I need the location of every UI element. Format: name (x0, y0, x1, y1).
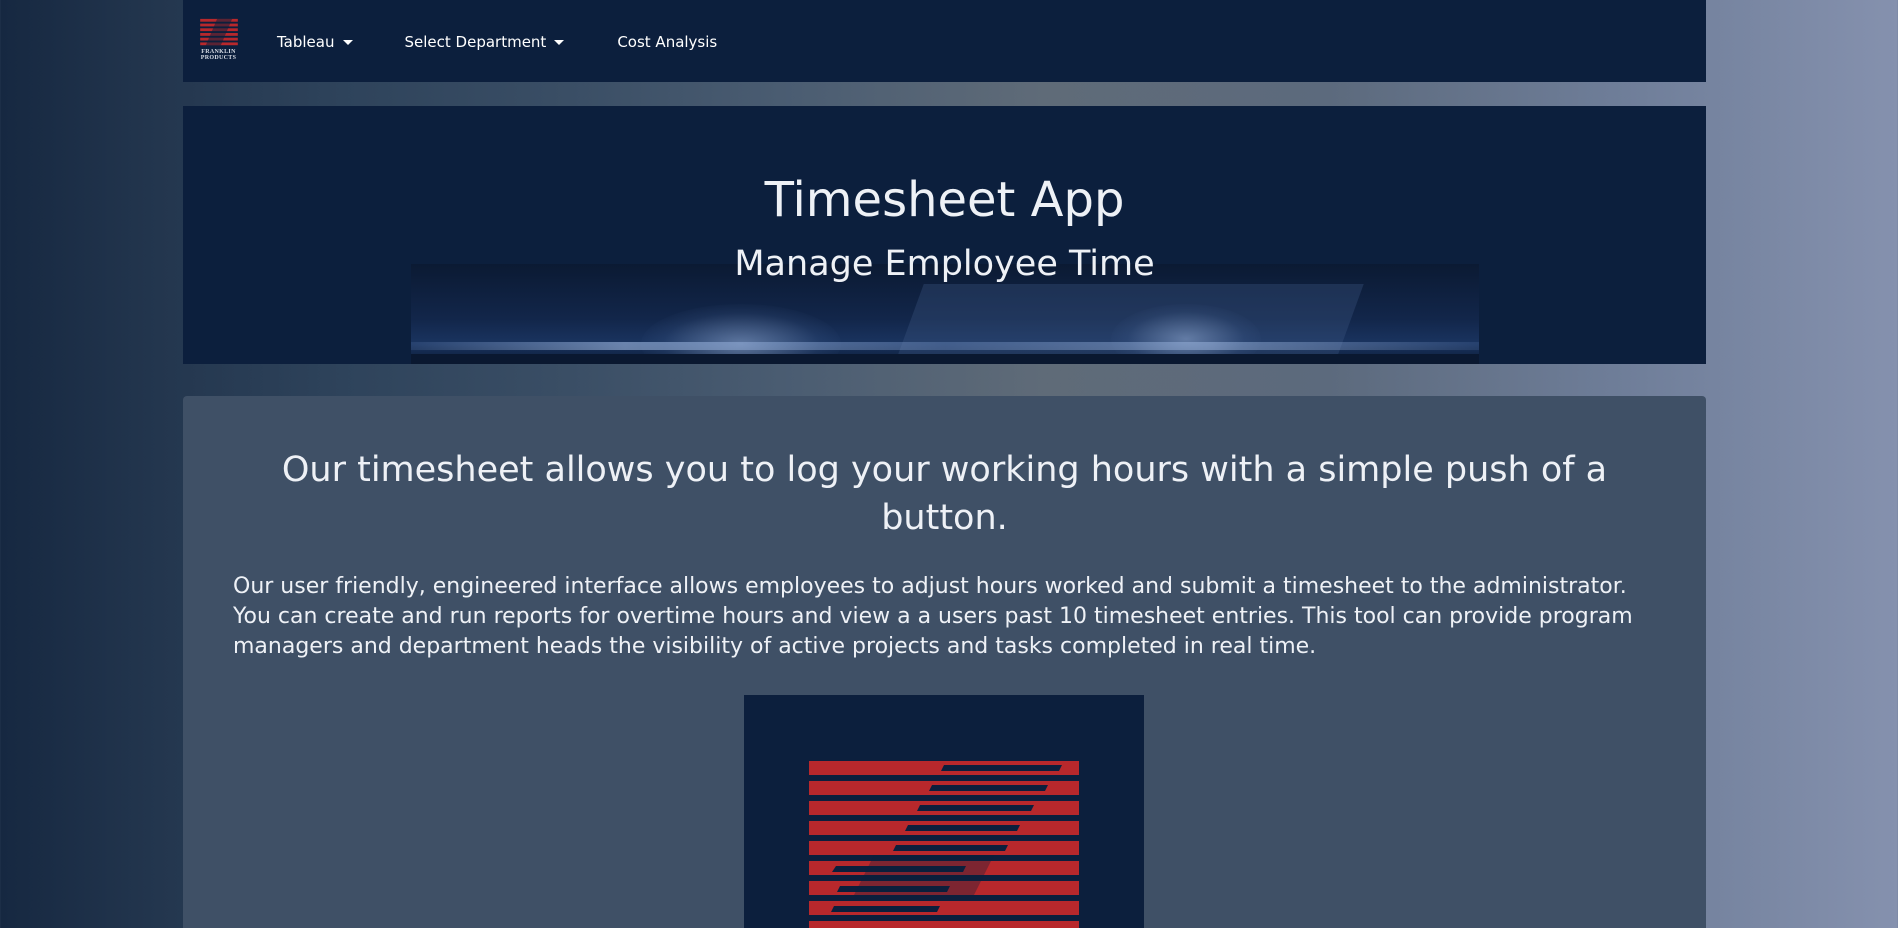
franklin-stripes-logo (744, 695, 1144, 928)
caret-down-icon (342, 40, 353, 45)
nav-item-label: Tableau (277, 33, 335, 51)
brand-logo[interactable]: FRANKLIN PRODUCTS (198, 17, 239, 61)
intro-heading: Our timesheet allows you to log your wor… (281, 450, 1608, 538)
franklin-products-logo (199, 17, 238, 49)
nav-item-cost-analysis[interactable]: Cost Analysis (617, 33, 717, 51)
page-container: FRANKLIN PRODUCTS Tableau Select Departm… (183, 0, 1706, 928)
intro-card: Our timesheet allows you to log your wor… (183, 396, 1706, 928)
page-subtitle: Manage Employee Time (734, 244, 1155, 284)
nav-item-select-department[interactable]: Select Department (405, 33, 565, 51)
nav-item-tableau[interactable]: Tableau (277, 33, 353, 51)
nav-item-label: Cost Analysis (617, 33, 718, 51)
top-navbar: FRANKLIN PRODUCTS Tableau Select Departm… (183, 0, 1706, 82)
page-title: Timesheet App (764, 172, 1125, 228)
caret-down-icon (554, 40, 565, 45)
nav-item-label: Select Department (404, 33, 547, 51)
brand-text-bottom: PRODUCTS (200, 55, 237, 61)
hero-banner: Timesheet App Manage Employee Time (183, 106, 1706, 364)
intro-paragraph: Our user friendly, engineered interface … (233, 574, 1633, 659)
